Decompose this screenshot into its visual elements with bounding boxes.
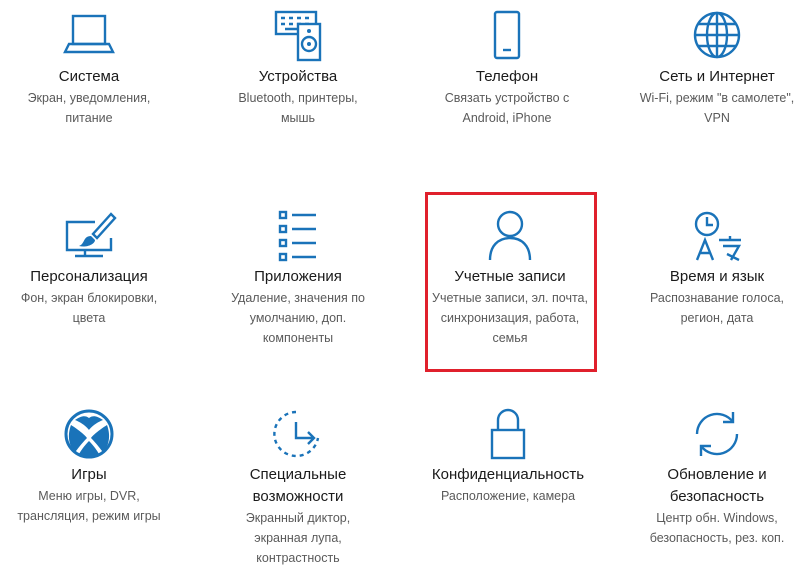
tile-desc-line: VPN (704, 111, 730, 125)
laptop-icon (61, 10, 117, 62)
paintbrush-icon (61, 210, 117, 262)
tile-desc-line: безопасность, рез. коп. (649, 531, 785, 545)
tile-privacy[interactable]: Конфиденциальность Расположение, камера (408, 408, 608, 506)
tile-time-language[interactable]: Время и язык Распознавание голоса, регио… (617, 210, 802, 328)
apps-list-icon (270, 210, 326, 262)
tile-title-line: Специальные (249, 466, 347, 483)
tile-title: Приложения (254, 268, 342, 285)
tile-devices[interactable]: Устройства Bluetooth, принтеры, мышь (198, 10, 398, 128)
tile-title: Телефон (475, 68, 539, 85)
tile-desc-line: цвета (72, 311, 106, 325)
tile-phone[interactable]: Телефон Связать устройство с Android, iP… (407, 10, 607, 128)
tile-title: Время и язык (669, 268, 765, 285)
tile-title: Персонализация (30, 268, 148, 285)
tile-title-line: безопасность (669, 488, 765, 505)
tile-update-security[interactable]: Обновление и безопасность Центр обн. Win… (617, 408, 802, 548)
tile-desc-line: Связать устройство с (444, 91, 570, 105)
tile-desc-line: компоненты (262, 331, 334, 345)
tile-desc-line: Фон, экран блокировки, (20, 291, 158, 305)
sync-icon (689, 408, 745, 460)
tile-network[interactable]: Сеть и Интернет Wi-Fi, режим "в самолете… (617, 10, 802, 128)
lock-icon (480, 408, 536, 460)
tile-desc-line: Bluetooth, принтеры, (238, 91, 358, 105)
tile-apps[interactable]: Приложения Удаление, значения по умолчан… (198, 210, 398, 348)
tile-desc-line: Удаление, значения по (231, 291, 365, 305)
globe-icon (689, 10, 745, 62)
tile-title: Сеть и Интернет (659, 68, 775, 85)
tile-desc-line: регион, дата (680, 311, 754, 325)
time-language-icon (689, 210, 745, 262)
tile-title: Конфиденциальность (431, 466, 585, 483)
phone-icon (479, 10, 535, 62)
tile-ease-of-access[interactable]: Специальные возможности Экранный диктор,… (198, 408, 398, 568)
selection-highlight (425, 192, 597, 372)
tile-desc-line: Распознавание голоса, (649, 291, 785, 305)
tile-desc-line: Экран, уведомления, (27, 91, 151, 105)
tile-desc-line: Экранный диктор, (245, 511, 351, 525)
tile-desc-line: умолчанию, доп. (249, 311, 347, 325)
tile-title: Игры (71, 466, 107, 483)
tile-system[interactable]: Система Экран, уведомления, питание (0, 10, 189, 128)
tile-desc-line: Центр обн. Windows, (656, 511, 778, 525)
tile-desc-line: Android, iPhone (462, 111, 552, 125)
devices-icon (270, 10, 326, 62)
ease-of-access-icon (270, 408, 326, 460)
tile-desc-line: питание (65, 111, 113, 125)
tile-desc-line: экранная лупа, (254, 531, 342, 545)
tile-title-line: Обновление и (667, 466, 767, 483)
tile-desc-line: Wi-Fi, режим "в самолете", (639, 91, 795, 105)
xbox-icon (61, 408, 117, 460)
tile-title: Система (58, 68, 120, 85)
tile-desc-line: мышь (280, 111, 316, 125)
tile-desc-line: трансляция, режим игры (17, 509, 161, 523)
tile-desc-line: Расположение, камера (440, 489, 576, 503)
tile-gaming[interactable]: Игры Меню игры, DVR, трансляция, режим и… (0, 408, 189, 526)
tile-personalization[interactable]: Персонализация Фон, экран блокировки, цв… (0, 210, 189, 328)
tile-desc-line: Меню игры, DVR, (38, 489, 140, 503)
tile-title-line: возможности (252, 488, 344, 505)
tile-desc-line: контрастность (256, 551, 340, 565)
tile-title: Устройства (258, 68, 338, 85)
